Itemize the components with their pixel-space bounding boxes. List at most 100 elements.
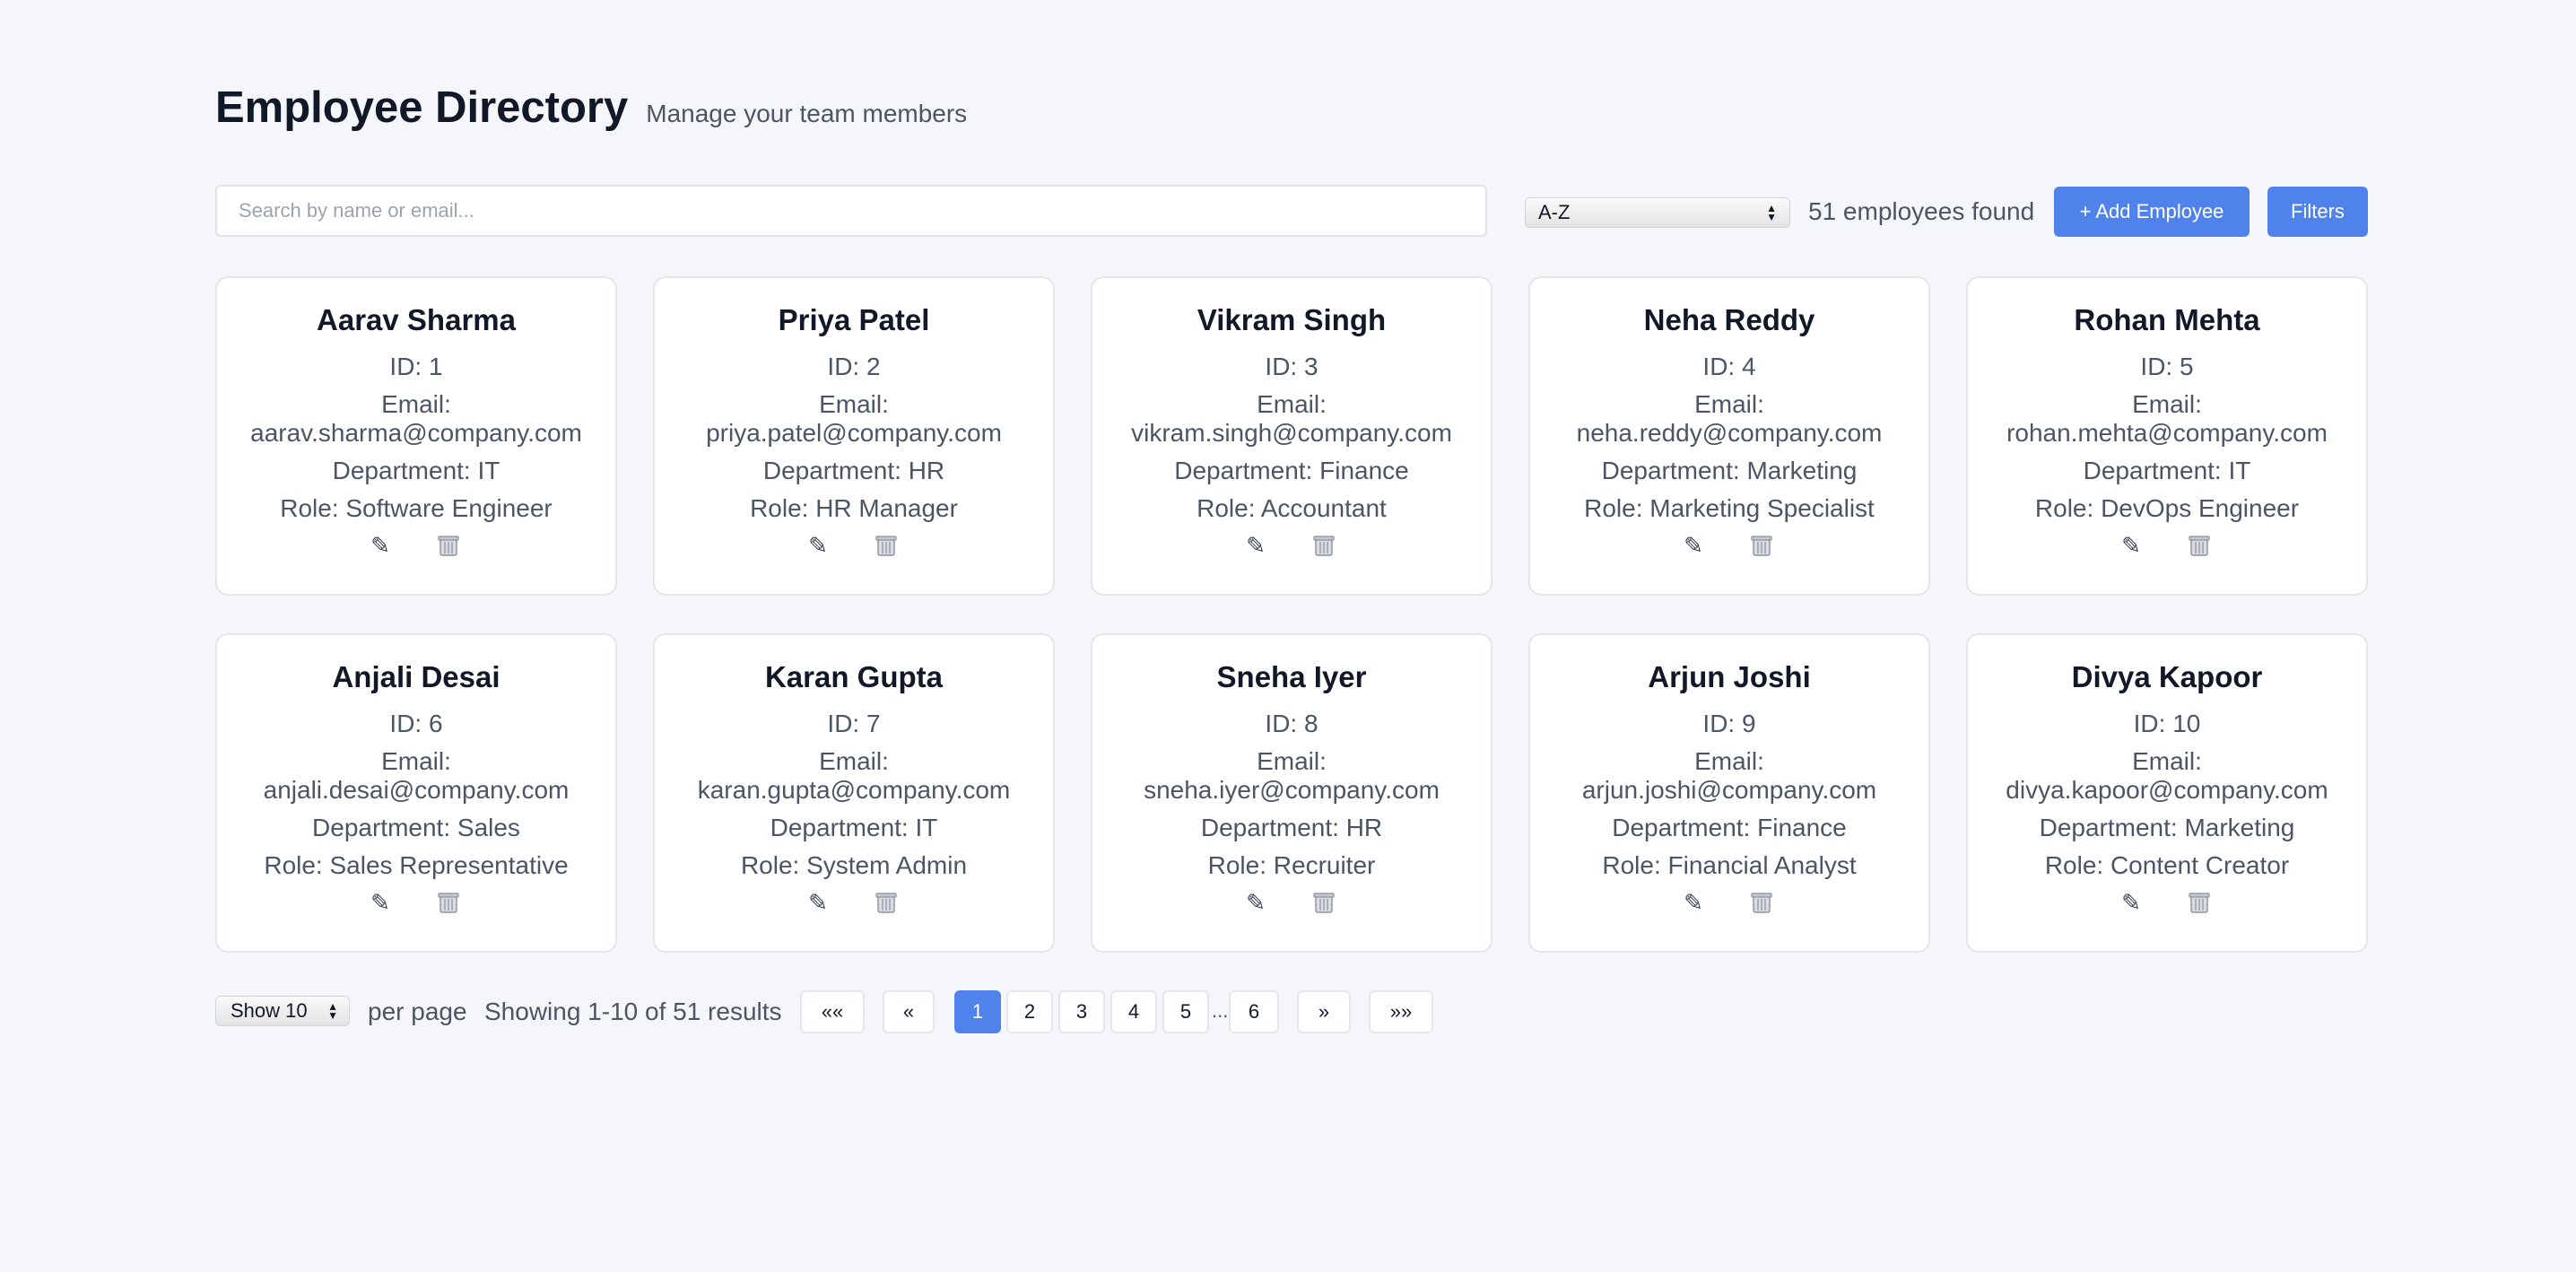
sort-select[interactable]: A-Z ▲ ▼	[1525, 197, 1790, 228]
add-employee-button[interactable]: + Add Employee	[2054, 187, 2250, 237]
page-subtitle: Manage your team members	[646, 100, 968, 127]
per-page-select[interactable]: Show 10 ▲ ▼	[215, 996, 350, 1026]
card-actions: ✎	[217, 889, 615, 917]
select-arrows-icon: ▲ ▼	[1766, 202, 1777, 223]
employee-count: 51 employees found	[1808, 197, 2035, 225]
employee-id: ID: 3	[1265, 353, 1318, 380]
employee-email-block: Email: neha.reddy@company.com	[1530, 390, 1928, 448]
page-button-5[interactable]: 5	[1162, 990, 1209, 1033]
employee-id: ID: 8	[1265, 710, 1318, 737]
page-button-4[interactable]: 4	[1110, 990, 1157, 1033]
employee-id: ID: 10	[2133, 710, 2201, 737]
filters-button[interactable]: Filters	[2267, 187, 2368, 237]
card-actions: ✎	[1092, 889, 1491, 917]
edit-icon[interactable]: ✎	[808, 532, 828, 560]
trash-icon[interactable]	[435, 532, 462, 560]
employee-card: Karan Gupta ID: 7 Email: karan.gupta@compan…	[653, 633, 1055, 953]
employee-email-label: Email:	[1257, 747, 1327, 775]
page-button-1[interactable]: 1	[954, 990, 1001, 1033]
employee-email-label: Email:	[819, 390, 889, 418]
pagination-ellipsis: ...	[1212, 999, 1229, 1022]
page-button-3[interactable]: 3	[1058, 990, 1105, 1033]
edit-icon[interactable]: ✎	[2121, 889, 2141, 917]
employee-name: Arjun Joshi	[1648, 660, 1811, 693]
employee-card: Sneha Iyer ID: 8 Email: sneha.iyer@company.…	[1091, 633, 1493, 953]
employee-email: sneha.iyer@company.com	[1144, 776, 1440, 804]
employee-id: ID: 2	[827, 353, 881, 380]
trash-icon[interactable]	[2186, 532, 2213, 560]
employee-email: neha.reddy@company.com	[1576, 419, 1883, 447]
employee-email-block: Email: vikram.singh@company.com	[1092, 390, 1491, 448]
employee-department: Department: IT	[770, 814, 938, 841]
employee-card: Aarav Sharma ID: 1 Email: aarav.sharma@comp…	[215, 276, 617, 596]
edit-icon[interactable]: ✎	[370, 532, 390, 560]
trash-icon[interactable]	[1748, 889, 1775, 917]
sort-select-value: A-Z	[1538, 201, 1571, 223]
employee-name: Neha Reddy	[1643, 303, 1815, 336]
employee-email-block: Email: aarav.sharma@company.com	[217, 390, 615, 448]
employee-name: Divya Kapoor	[2071, 660, 2263, 693]
trash-icon[interactable]	[2186, 889, 2213, 917]
employee-role: Role: HR Manager	[750, 494, 958, 522]
trash-icon[interactable]	[435, 889, 462, 917]
trash-icon[interactable]	[1310, 532, 1337, 560]
employee-id: ID: 9	[1702, 710, 1756, 737]
employee-name: Karan Gupta	[764, 660, 944, 693]
employee-role: Role: System Admin	[740, 851, 968, 879]
trash-icon[interactable]	[1310, 889, 1337, 917]
edit-icon[interactable]: ✎	[2121, 532, 2141, 560]
edit-icon[interactable]: ✎	[1684, 889, 1703, 917]
last-page-button[interactable]: »»	[1369, 990, 1433, 1033]
card-actions: ✎	[1530, 532, 1928, 560]
edit-icon[interactable]: ✎	[1246, 532, 1266, 560]
per-page-label: per page	[368, 998, 467, 1025]
pagination-bar: Show 10 ▲ ▼ per page Showing 1-10 of 51 r…	[215, 990, 2368, 1035]
employee-email-block: Email: priya.patel@company.com	[655, 390, 1053, 448]
card-actions: ✎	[217, 532, 615, 560]
page-button-2[interactable]: 2	[1006, 990, 1053, 1033]
next-page-button[interactable]: »	[1297, 990, 1351, 1033]
employee-email: karan.gupta@company.com	[697, 776, 1011, 804]
edit-icon[interactable]: ✎	[808, 889, 828, 917]
trash-icon[interactable]	[873, 889, 900, 917]
results-summary: Showing 1-10 of 51 results	[484, 998, 782, 1025]
employee-id: ID: 7	[827, 710, 881, 737]
employee-name: Aarav Sharma	[317, 303, 516, 336]
employee-role: Role: Marketing Specialist	[1584, 494, 1875, 522]
edit-icon[interactable]: ✎	[1684, 532, 1703, 560]
employee-email-label: Email:	[1257, 390, 1327, 418]
page-title: Employee Directory	[215, 83, 629, 132]
per-page-value: Show 10	[231, 999, 308, 1022]
employee-email-label: Email:	[2132, 390, 2202, 418]
employee-email: priya.patel@company.com	[706, 419, 1002, 447]
employee-id: ID: 6	[389, 710, 443, 737]
search-input[interactable]	[215, 185, 1487, 237]
employee-email-label: Email:	[381, 390, 451, 418]
employee-card: Rohan Mehta ID: 5 Email: rohan.mehta@compan…	[1966, 276, 2368, 596]
page-button-6[interactable]: 6	[1229, 990, 1279, 1033]
page-header: Employee Directory Manage your team memb…	[215, 83, 967, 133]
edit-icon[interactable]: ✎	[370, 889, 390, 917]
prev-page-button[interactable]: «	[883, 990, 935, 1033]
edit-icon[interactable]: ✎	[1246, 889, 1266, 917]
employee-card: Neha Reddy ID: 4 Email: neha.reddy@company.…	[1528, 276, 1930, 596]
employee-email: anjali.desai@company.com	[263, 776, 570, 804]
employee-email: arjun.joshi@company.com	[1581, 776, 1877, 804]
card-actions: ✎	[655, 532, 1053, 560]
trash-icon[interactable]	[1748, 532, 1775, 560]
employee-grid: Aarav Sharma ID: 1 Email: aarav.sharma@comp…	[215, 276, 2368, 953]
employee-role: Role: Financial Analyst	[1602, 851, 1857, 879]
employee-name: Rohan Mehta	[2074, 303, 2260, 336]
employee-email-block: Email: sneha.iyer@company.com	[1092, 747, 1491, 805]
employee-role: Role: Sales Representative	[264, 851, 569, 879]
employee-id: ID: 5	[2140, 353, 2194, 380]
employee-department: Department: HR	[762, 457, 945, 484]
employee-email-label: Email:	[381, 747, 451, 775]
first-page-button[interactable]: ««	[800, 990, 865, 1033]
employee-role: Role: Software Engineer	[280, 494, 553, 522]
employee-name: Priya Patel	[778, 303, 930, 336]
employee-department: Department: Sales	[312, 814, 520, 841]
card-actions: ✎	[655, 889, 1053, 917]
trash-icon[interactable]	[873, 532, 900, 560]
employee-role: Role: Accountant	[1197, 494, 1387, 522]
